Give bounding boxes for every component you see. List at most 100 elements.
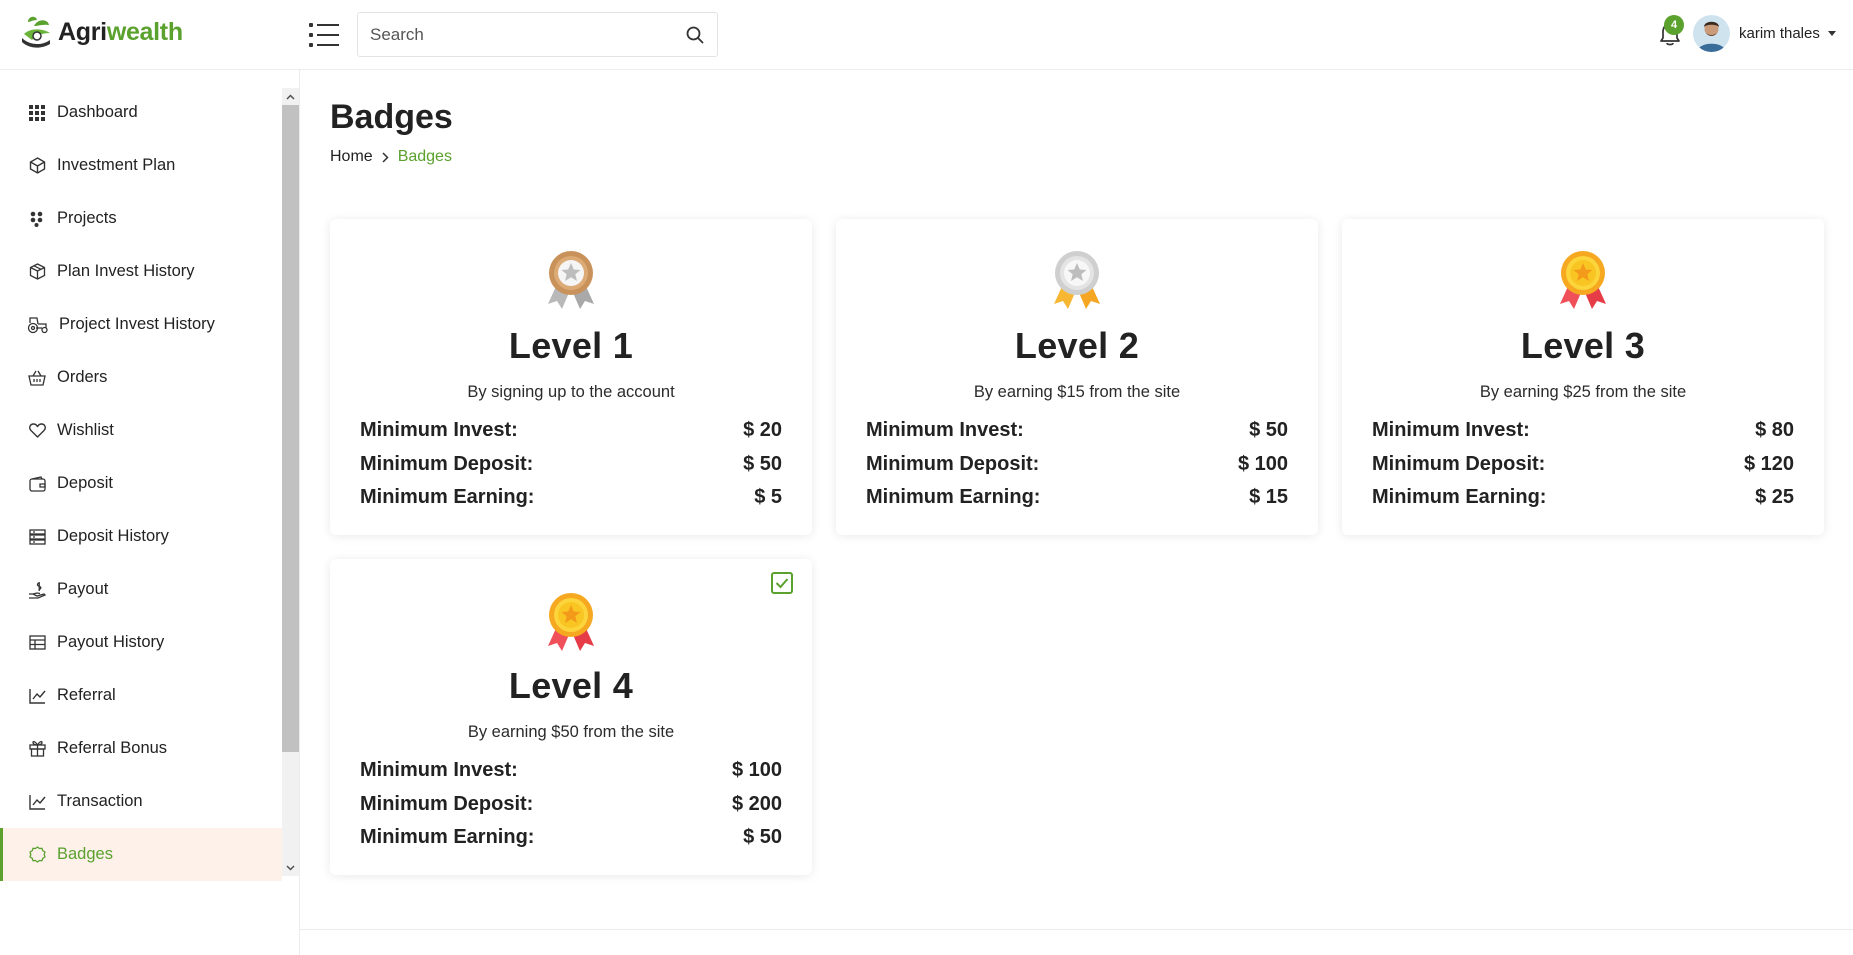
line-chart-icon: [27, 792, 47, 812]
breadcrumb-home-link[interactable]: Home: [330, 148, 373, 166]
min-invest-value: $ 50: [1249, 419, 1288, 442]
sidebar-scrollbar[interactable]: [282, 88, 299, 876]
sidebar-item-dashboard[interactable]: Dashboard: [0, 86, 282, 139]
badge-level-title: Level 3: [1520, 325, 1646, 366]
sidebar-item-deposit-history[interactable]: Deposit History: [0, 510, 282, 563]
list-menu-icon: [309, 23, 339, 47]
silver-medal-icon: [1054, 251, 1100, 309]
sidebar-item-label: Referral Bonus: [57, 739, 168, 757]
min-invest-label: Minimum Invest:: [1372, 419, 1530, 442]
sidebar-item-label: Projects: [57, 209, 117, 227]
badge-card-level-2: Level 2 By earning $15 from the site Min…: [836, 219, 1318, 535]
badge-card-level-3: Level 3 By earning $25 from the site Min…: [1342, 219, 1824, 535]
sidebar-item-label: Transaction: [57, 792, 143, 810]
badge-description: By earning $15 from the site: [973, 383, 1181, 401]
heart-icon: [27, 421, 47, 441]
badge-description: By signing up to the account: [467, 383, 675, 401]
sidebar-item-badges[interactable]: Badges: [0, 828, 282, 881]
scrollbar-thumb[interactable]: [282, 105, 299, 752]
sidebar-item-label: Deposit: [57, 474, 113, 492]
sidebar-item-plan-invest-history[interactable]: Plan Invest History: [0, 245, 282, 298]
min-deposit-row: Minimum Deposit: $ 200: [360, 788, 782, 822]
sidebar-item-payout-history[interactable]: Payout History: [0, 616, 282, 669]
sidebar-item-project-invest-history[interactable]: Project Invest History: [0, 298, 282, 351]
min-earning-label: Minimum Earning:: [866, 486, 1041, 509]
menu-toggle-button[interactable]: [308, 20, 340, 50]
sidebar-nav: Dashboard Investment Plan Projects Plan …: [0, 86, 282, 881]
min-earning-row: Minimum Earning: $ 50: [360, 821, 782, 855]
sidebar-item-wishlist[interactable]: Wishlist: [0, 404, 282, 457]
cube-network-icon: [27, 156, 47, 176]
gift-icon: [27, 739, 47, 759]
sidebar-item-deposit[interactable]: Deposit: [0, 457, 282, 510]
min-deposit-row: Minimum Deposit: $ 100: [866, 448, 1288, 482]
badge-level-title: Level 4: [508, 665, 634, 706]
user-name: karim thales: [1739, 25, 1820, 42]
sidebar: Dashboard Investment Plan Projects Plan …: [0, 70, 300, 955]
min-invest-row: Minimum Invest: $ 20: [360, 414, 782, 448]
badge-card-level-4: Level 4 By earning $50 from the site Min…: [330, 559, 812, 875]
badge-requirements: Minimum Invest: $ 100 Minimum Deposit: $ 2…: [360, 754, 782, 855]
tractor-icon: [27, 315, 49, 335]
sidebar-item-label: Project Invest History: [59, 315, 215, 333]
min-earning-value: $ 50: [743, 826, 782, 849]
sidebar-item-label: Wishlist: [57, 421, 114, 439]
gold-medal-icon: [1560, 251, 1606, 309]
top-bar: Agriwealth 4: [0, 0, 1853, 70]
page-title: Badges: [330, 98, 453, 136]
caret-down-icon: [1827, 31, 1836, 36]
sidebar-item-label: Investment Plan: [57, 156, 176, 174]
chevron-right-icon: [382, 151, 389, 163]
wallet-icon: [27, 474, 47, 494]
sidebar-item-label: Dashboard: [57, 103, 138, 121]
badge-icon: [27, 845, 47, 865]
list-icon: [27, 527, 47, 547]
sidebar-item-label: Referral: [57, 686, 116, 704]
search-icon: [686, 26, 704, 43]
badge-card-level-1: Level 1 By signing up to the account Min…: [330, 219, 812, 535]
sidebar-item-payout[interactable]: Payout: [0, 563, 282, 616]
sidebar-item-label: Deposit History: [57, 527, 169, 545]
sidebar-item-projects[interactable]: Projects: [0, 192, 282, 245]
sidebar-item-orders[interactable]: Orders: [0, 351, 282, 404]
badge-description: By earning $25 from the site: [1479, 383, 1687, 401]
min-deposit-row: Minimum Deposit: $ 120: [1372, 448, 1794, 482]
sidebar-item-label: Plan Invest History: [57, 262, 195, 280]
min-earning-row: Minimum Earning: $ 15: [866, 481, 1288, 515]
search-input[interactable]: [358, 13, 673, 56]
min-invest-row: Minimum Invest: $ 80: [1372, 414, 1794, 448]
dots-cluster-icon: [27, 209, 47, 229]
box-icon: [27, 262, 47, 282]
search-button[interactable]: [673, 13, 717, 56]
bronze-medal-icon: [548, 251, 594, 309]
brand-logo[interactable]: Agriwealth: [20, 14, 183, 50]
gold-medal-icon: [548, 593, 594, 651]
hand-coin-icon: [27, 580, 47, 600]
sidebar-item-investment-plan[interactable]: Investment Plan: [0, 139, 282, 192]
min-invest-value: $ 20: [743, 419, 782, 442]
sidebar-item-transaction[interactable]: Transaction: [0, 775, 282, 828]
footer-divider: [300, 929, 1853, 930]
basket-icon: [27, 368, 47, 388]
sidebar-item-referral-bonus[interactable]: Referral Bonus: [0, 722, 282, 775]
scroll-down-arrow-icon[interactable]: [282, 859, 299, 876]
min-earning-value: $ 5: [754, 486, 782, 509]
min-invest-label: Minimum Invest:: [360, 419, 518, 442]
min-deposit-value: $ 100: [1237, 452, 1288, 475]
scroll-up-arrow-icon[interactable]: [282, 88, 299, 105]
min-earning-label: Minimum Earning:: [360, 486, 535, 509]
min-earning-value: $ 25: [1755, 486, 1794, 509]
min-deposit-value: $ 50: [743, 452, 782, 475]
sidebar-item-referral[interactable]: Referral: [0, 669, 282, 722]
min-invest-value: $ 80: [1755, 419, 1794, 442]
min-earning-value: $ 15: [1249, 486, 1288, 509]
min-earning-label: Minimum Earning:: [1372, 486, 1547, 509]
sidebar-item-label: Badges: [57, 845, 113, 863]
min-deposit-value: $ 120: [1743, 452, 1794, 475]
badge-description: By earning $50 from the site: [467, 723, 675, 741]
min-deposit-label: Minimum Deposit:: [1372, 452, 1546, 475]
min-deposit-row: Minimum Deposit: $ 50: [360, 448, 782, 482]
table-icon: [27, 633, 47, 653]
checkbox-checked-icon: [771, 572, 793, 594]
user-menu[interactable]: karim thales: [1693, 15, 1836, 52]
